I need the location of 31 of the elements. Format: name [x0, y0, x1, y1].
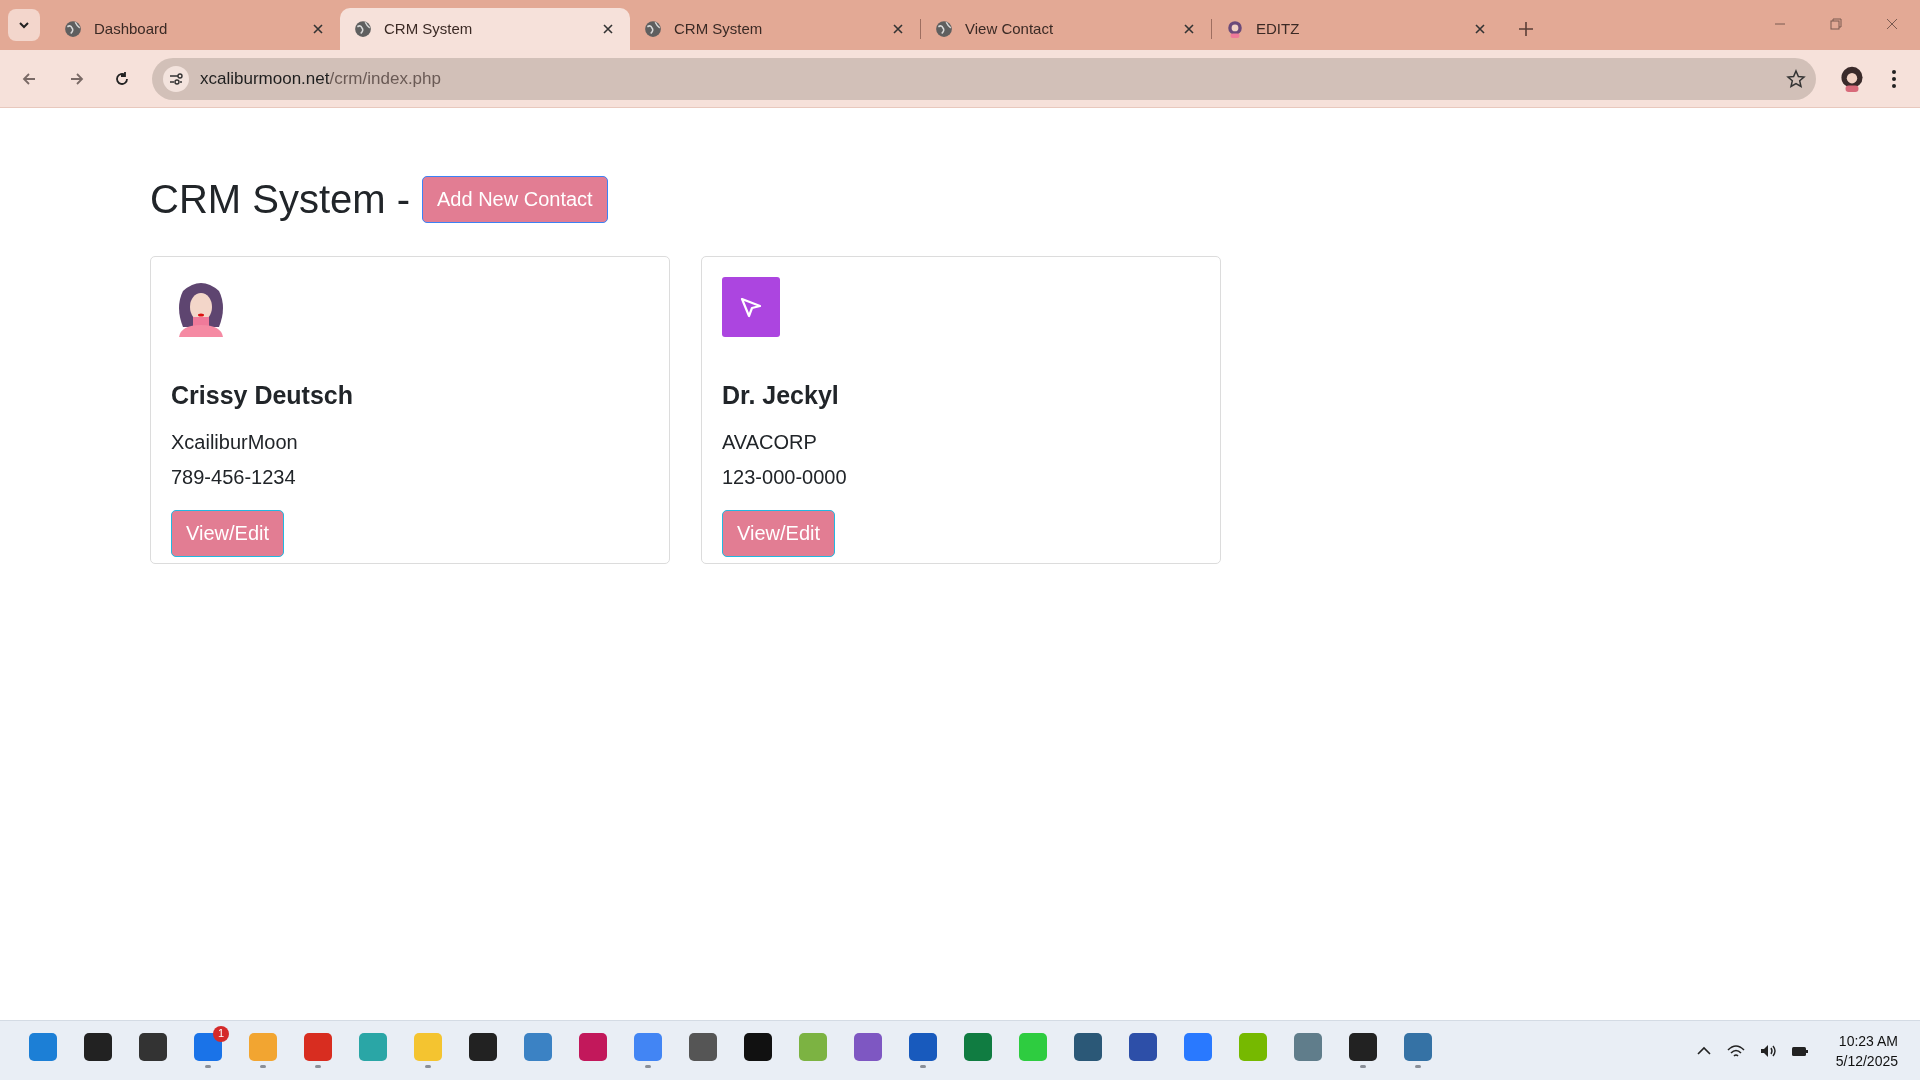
reload-icon[interactable] [113, 69, 131, 88]
address-bar[interactable]: xcaliburmoon.net/crm/index.php [152, 57, 1816, 100]
url-text: xcaliburmoon.net/crm/index.php [200, 67, 442, 90]
browser-tab[interactable]: View Contact [921, 8, 1211, 50]
tab-list-button[interactable] [8, 9, 40, 41]
menu-icon[interactable] [1891, 68, 1897, 89]
chevron-down-icon [18, 19, 30, 31]
notification-badge: 1 [213, 1025, 229, 1042]
site-settings-icon[interactable] [162, 64, 190, 93]
arrow-logo-icon [722, 277, 780, 337]
contact-phone: 789-456-1234 [171, 464, 297, 490]
plus-icon[interactable] [1518, 21, 1534, 37]
globe-icon [64, 20, 82, 38]
contact-company: XcailiburMoon [171, 429, 299, 455]
contact-name: Dr. Jeckyl [722, 380, 840, 411]
contact-phone: 123-000-0000 [722, 464, 848, 490]
browser-tab[interactable]: EDITZ [1212, 8, 1502, 50]
clock-time[interactable]: 10:23 AM [1838, 1030, 1898, 1051]
globe-icon [644, 20, 662, 38]
page-title: CRM System - [150, 176, 410, 223]
bookmark-star-icon[interactable] [1786, 68, 1806, 89]
clock-date[interactable]: 5/12/2025 [1835, 1050, 1898, 1071]
globe-icon [935, 20, 953, 38]
profile-avatar-icon[interactable] [1839, 65, 1865, 92]
browser-tab[interactable]: CRM System [340, 8, 630, 50]
globe-icon [354, 20, 372, 38]
contact-company: AVACORP [722, 429, 818, 455]
avatar-icon [1226, 20, 1244, 38]
contact-name: Crissy Deutsch [171, 380, 355, 411]
browser-tab[interactable]: Dashboard [50, 8, 340, 50]
browser-tab[interactable]: CRM System [630, 8, 920, 50]
